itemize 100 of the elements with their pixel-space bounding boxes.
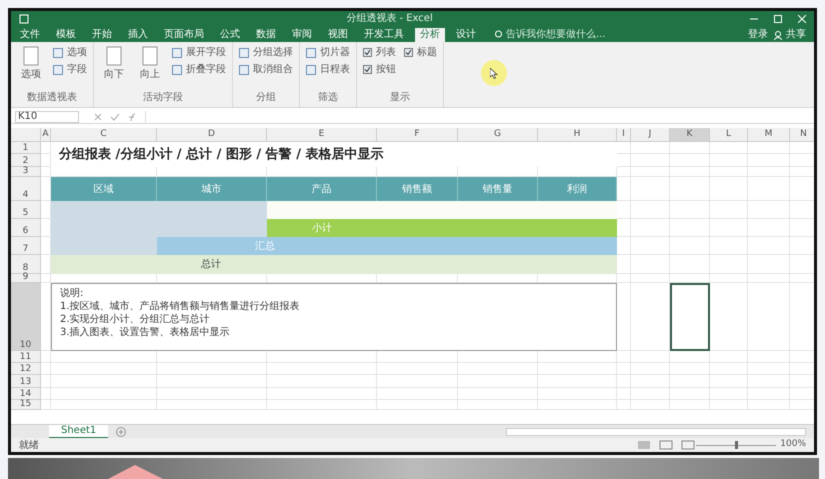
grid-cell[interactable]	[748, 283, 790, 351]
grid-cell[interactable]	[377, 400, 458, 410]
grid-cell[interactable]	[617, 363, 631, 375]
grid-cell[interactable]	[41, 400, 51, 410]
ribbon-tab[interactable]: 数据	[251, 28, 281, 42]
grid-cell[interactable]	[41, 167, 51, 177]
save-icon[interactable]	[19, 14, 29, 24]
grid-cell[interactable]	[748, 177, 790, 201]
column-header[interactable]: A	[41, 128, 51, 142]
grid-cell[interactable]	[710, 201, 748, 219]
ribbon-button[interactable]: 切片器	[306, 45, 350, 60]
ribbon-tab[interactable]: 公式	[215, 28, 245, 42]
checkbox[interactable]	[404, 48, 413, 57]
grid-cell[interactable]	[710, 388, 748, 400]
grid-cell[interactable]	[157, 388, 267, 400]
grid-cell[interactable]	[748, 400, 790, 410]
name-box[interactable]: K10	[15, 110, 79, 122]
grid-cell[interactable]	[631, 274, 670, 283]
grid-cell[interactable]	[748, 375, 790, 388]
column-header[interactable]: C	[51, 128, 157, 142]
grid-cell[interactable]	[748, 167, 790, 177]
ribbon-button[interactable]: 展开字段	[172, 45, 226, 60]
restore-icon[interactable]	[774, 14, 782, 22]
grid-cell[interactable]	[377, 375, 458, 388]
grid-cell[interactable]	[538, 400, 617, 410]
row-header[interactable]: 13	[11, 375, 41, 388]
grid-cell[interactable]	[710, 274, 748, 283]
row-header[interactable]: 12	[11, 363, 41, 375]
grid-cell[interactable]	[670, 201, 710, 219]
ribbon-tab[interactable]: 分析	[415, 28, 445, 42]
grid-cell[interactable]	[710, 219, 748, 237]
grid-cell[interactable]	[41, 351, 51, 363]
row-header[interactable]: 5	[11, 201, 41, 219]
add-sheet-icon[interactable]	[116, 426, 126, 436]
row-header[interactable]: 2	[11, 154, 41, 167]
column-header[interactable]: I	[617, 128, 631, 142]
grid-cell[interactable]	[51, 388, 157, 400]
grid-cell[interactable]	[267, 388, 377, 400]
column-header[interactable]: F	[377, 128, 458, 142]
grid-cell[interactable]	[670, 237, 710, 255]
grid-cell[interactable]	[267, 375, 377, 388]
ribbon-tab[interactable]: 审阅	[287, 28, 317, 42]
column-header[interactable]: J	[631, 128, 670, 142]
row-header[interactable]: 4	[11, 177, 41, 201]
row-header[interactable]: 14	[11, 388, 41, 400]
grid-cell[interactable]	[458, 388, 538, 400]
select-all-corner[interactable]	[11, 128, 41, 142]
grid-cell[interactable]	[631, 400, 670, 410]
grid-cell[interactable]	[748, 201, 790, 219]
ribbon-button[interactable]: 向上	[136, 45, 164, 82]
grid-cell[interactable]	[631, 167, 670, 177]
ribbon-button[interactable]: 选项	[53, 45, 87, 60]
grid-cell[interactable]	[748, 363, 790, 375]
grid-cell[interactable]	[748, 388, 790, 400]
row-header[interactable]: 6	[11, 219, 41, 237]
grid-cell[interactable]	[748, 274, 790, 283]
grid-cell[interactable]	[748, 154, 790, 167]
selected-cell[interactable]	[670, 283, 710, 351]
grid-cell[interactable]	[157, 400, 267, 410]
grid-cell[interactable]	[670, 154, 710, 167]
grid-cell[interactable]	[157, 363, 267, 375]
ribbon-tab[interactable]: 开始	[87, 28, 117, 42]
grid-cell[interactable]	[748, 237, 790, 255]
grid-cell[interactable]	[670, 375, 710, 388]
grid-cell[interactable]	[670, 219, 710, 237]
row-header[interactable]: 9	[11, 274, 41, 283]
grid-cell[interactable]	[631, 375, 670, 388]
grid-cell[interactable]	[748, 351, 790, 363]
grid-cell[interactable]	[670, 177, 710, 201]
ribbon-tab[interactable]: 文件	[15, 28, 45, 42]
grid-cell[interactable]	[670, 400, 710, 410]
column-header[interactable]: N	[790, 128, 814, 142]
grid-cell[interactable]	[631, 219, 670, 237]
grid-cell[interactable]	[41, 274, 51, 283]
grid-cell[interactable]	[51, 375, 157, 388]
grid-cell[interactable]	[631, 388, 670, 400]
column-header[interactable]: G	[458, 128, 538, 142]
grid-cell[interactable]	[670, 363, 710, 375]
view-buttons-icon[interactable]	[636, 440, 696, 450]
grid-cell[interactable]	[631, 255, 670, 274]
column-header[interactable]: K	[670, 128, 710, 142]
row-header[interactable]: 1	[11, 142, 41, 154]
grid-cell[interactable]	[617, 274, 631, 283]
grid-cell[interactable]	[631, 142, 670, 154]
grid-cell[interactable]	[710, 363, 748, 375]
grid-cell[interactable]	[710, 154, 748, 167]
column-header[interactable]: D	[157, 128, 267, 142]
checkbox[interactable]	[363, 48, 372, 57]
tell-me-field[interactable]: 告诉我你想要做什么...	[495, 28, 606, 42]
column-header[interactable]: E	[267, 128, 377, 142]
grid-cell[interactable]	[710, 177, 748, 201]
row-header[interactable]: 8	[11, 255, 41, 274]
column-header[interactable]: L	[710, 128, 748, 142]
grid-cell[interactable]	[41, 375, 51, 388]
grid-cell[interactable]	[157, 375, 267, 388]
grid-cell[interactable]	[748, 255, 790, 274]
sign-in-link[interactable]: 登录	[748, 28, 768, 42]
horizontal-scrollbar[interactable]	[506, 428, 806, 436]
grid-cell[interactable]	[710, 351, 748, 363]
grid-cell[interactable]	[710, 255, 748, 274]
